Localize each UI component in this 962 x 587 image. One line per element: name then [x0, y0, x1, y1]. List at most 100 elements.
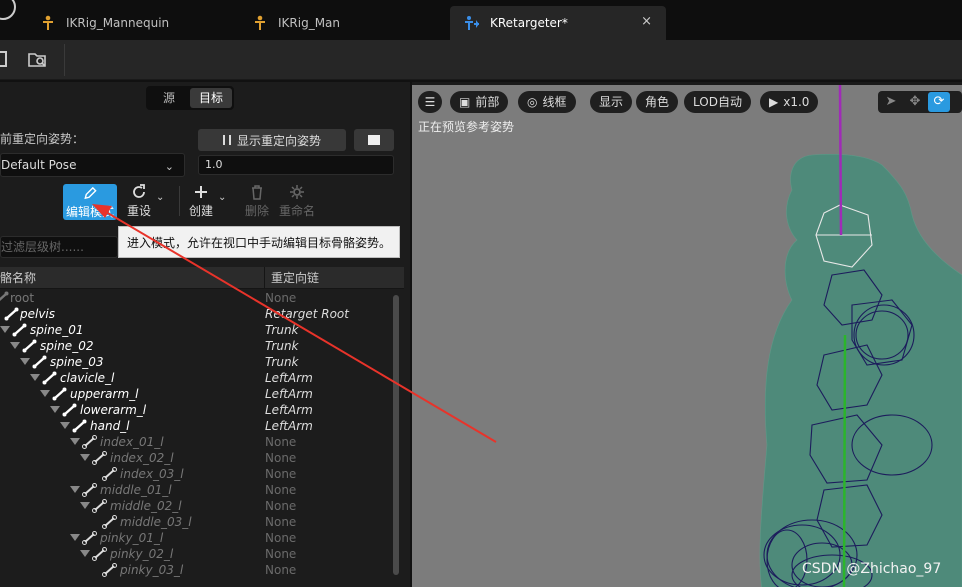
- retarget-chain: None: [265, 515, 297, 529]
- expand-arrow-icon[interactable]: [80, 502, 90, 509]
- expand-arrow-icon[interactable]: [80, 454, 90, 461]
- show-button[interactable]: 显示: [590, 91, 633, 113]
- retarget-chain: None: [265, 531, 297, 545]
- expand-arrow-icon[interactable]: [20, 358, 30, 365]
- expand-arrow-icon[interactable]: [0, 326, 10, 333]
- column-retarget-chain[interactable]: 重定向链: [264, 267, 404, 289]
- tab-kretargeter[interactable]: KRetargeter* ×: [450, 6, 666, 40]
- retarget-chain: None: [265, 563, 297, 577]
- table-row[interactable]: pinky_03_l None: [0, 562, 392, 578]
- rotate-tool-icon[interactable]: ⟳: [928, 92, 950, 112]
- action-divider: [179, 186, 180, 216]
- play-speed-button[interactable]: ▶ x1.0: [760, 91, 819, 113]
- expand-arrow-icon[interactable]: [80, 550, 90, 557]
- hamburger-icon: ☰: [424, 95, 436, 109]
- pose-select-value: Default Pose: [1, 158, 77, 172]
- toolbar: [0, 40, 962, 80]
- bone-name: spine_03: [50, 355, 104, 369]
- bone-icon: [92, 451, 107, 465]
- ue-logo[interactable]: [0, 0, 16, 20]
- expand-arrow-icon[interactable]: [50, 406, 60, 413]
- tab-ikrig-mannequin[interactable]: IKRig_Mannequin: [26, 6, 236, 40]
- expand-arrow-icon[interactable]: [70, 438, 80, 445]
- hierarchy-panel: 源 目标 前重定向姿势： 显示重定向姿势 Default Pose ⌄ 1.0 …: [0, 82, 410, 587]
- stop-button[interactable]: [354, 129, 394, 151]
- bone-icon: [82, 435, 97, 449]
- expand-arrow-icon[interactable]: [60, 422, 70, 429]
- pose-blend-field[interactable]: 1.0: [198, 155, 394, 175]
- bone-icon: [92, 547, 107, 561]
- browse-folder-icon[interactable]: [28, 50, 46, 68]
- select-tool-icon[interactable]: ➤: [880, 92, 902, 112]
- save-icon[interactable]: [0, 50, 10, 68]
- tab-bar: IKRig_Mannequin IKRig_Man KRetargeter* ×: [0, 0, 962, 40]
- scrollbar-thumb[interactable]: [393, 295, 399, 575]
- chevron-down-icon[interactable]: ⌄: [218, 192, 226, 203]
- create-button[interactable]: 创建: [186, 184, 216, 220]
- edit-mode-button[interactable]: 编辑模式: [63, 184, 117, 220]
- wireframe-button[interactable]: ◎ 线框: [518, 91, 576, 113]
- table-row[interactable]: pelvis Retarget Root: [0, 306, 392, 322]
- retarget-chain: None: [265, 451, 297, 465]
- retarget-chain: Retarget Root: [265, 307, 349, 321]
- source-toggle[interactable]: 源: [148, 88, 190, 108]
- expand-arrow-icon[interactable]: [70, 534, 80, 541]
- table-row[interactable]: lowerarm_l LeftArm: [0, 402, 392, 418]
- rename-button[interactable]: 重命名: [276, 184, 318, 220]
- expand-arrow-icon[interactable]: [10, 342, 20, 349]
- retarget-chain: None: [265, 547, 297, 561]
- green-axis-line: [842, 334, 847, 587]
- bone-icon: [82, 483, 97, 497]
- lod-button[interactable]: LOD自动: [684, 91, 751, 113]
- chevron-down-icon[interactable]: ⌄: [156, 192, 164, 203]
- bone-icon: [4, 307, 19, 321]
- reset-button[interactable]: 重设: [124, 184, 154, 220]
- table-row[interactable]: spine_03 Trunk: [0, 354, 392, 370]
- table-row[interactable]: index_03_l None: [0, 466, 392, 482]
- expand-arrow-icon[interactable]: [40, 390, 50, 397]
- retarget-chain: LeftArm: [265, 371, 313, 385]
- table-row[interactable]: middle_01_l None: [0, 482, 392, 498]
- bone-name: spine_01: [30, 323, 84, 337]
- retarget-chain: None: [265, 483, 297, 497]
- bone-icon: [22, 339, 37, 353]
- table-row[interactable]: upperarm_l LeftArm: [0, 386, 392, 402]
- delete-button[interactable]: 删除: [242, 184, 272, 220]
- table-row[interactable]: spine_01 Trunk: [0, 322, 392, 338]
- table-row[interactable]: hand_l LeftArm: [0, 418, 392, 434]
- table-row[interactable]: index_02_l None: [0, 450, 392, 466]
- hierarchy-search-input[interactable]: 过滤层级树......: [0, 236, 118, 258]
- table-row[interactable]: pinky_02_l None: [0, 546, 392, 562]
- table-row[interactable]: middle_02_l None: [0, 498, 392, 514]
- table-row[interactable]: index_01_l None: [0, 434, 392, 450]
- table-row[interactable]: clavicle_l LeftArm: [0, 370, 392, 386]
- retarget-chain: LeftArm: [265, 403, 313, 417]
- delete-label: 删除: [244, 204, 269, 218]
- tab-label: KRetargeter*: [490, 16, 568, 30]
- tab-ikrig-man[interactable]: IKRig_Man: [238, 6, 448, 40]
- viewport-menu-button[interactable]: ☰: [418, 91, 442, 113]
- bone-icon: [12, 323, 27, 337]
- reset-label: 重设: [126, 204, 151, 218]
- expand-arrow-icon[interactable]: [70, 486, 80, 493]
- pose-select[interactable]: Default Pose ⌄: [0, 153, 185, 177]
- view-front-button[interactable]: ▣ 前部: [450, 91, 509, 113]
- table-row[interactable]: spine_02 Trunk: [0, 338, 392, 354]
- play-icon: ▶: [769, 95, 779, 109]
- retarget-chain: Trunk: [265, 339, 299, 353]
- expand-arrow-icon[interactable]: [30, 374, 40, 381]
- show-retarget-pose-button[interactable]: 显示重定向姿势: [198, 129, 346, 151]
- character-button[interactable]: 角色: [636, 91, 679, 113]
- close-icon[interactable]: ×: [641, 14, 652, 29]
- viewport-status: 正在预览参考姿势: [418, 120, 515, 134]
- body-mesh: [759, 154, 962, 587]
- 3d-viewport[interactable]: ☰ ▣ 前部 ◎ 线框 显示 角色 LOD自动 ▶ x1.0 正在预览参考姿势 …: [412, 82, 962, 587]
- hierarchy-scrollbar[interactable]: [392, 290, 400, 587]
- bone-name: index_02_l: [110, 451, 174, 465]
- table-row[interactable]: middle_03_l None: [0, 514, 392, 530]
- table-row[interactable]: root None: [0, 290, 392, 306]
- table-row[interactable]: pinky_01_l None: [0, 530, 392, 546]
- target-toggle[interactable]: 目标: [190, 88, 232, 108]
- column-bone-name[interactable]: 骼名称: [0, 271, 36, 285]
- move-tool-icon[interactable]: ✥: [904, 92, 926, 112]
